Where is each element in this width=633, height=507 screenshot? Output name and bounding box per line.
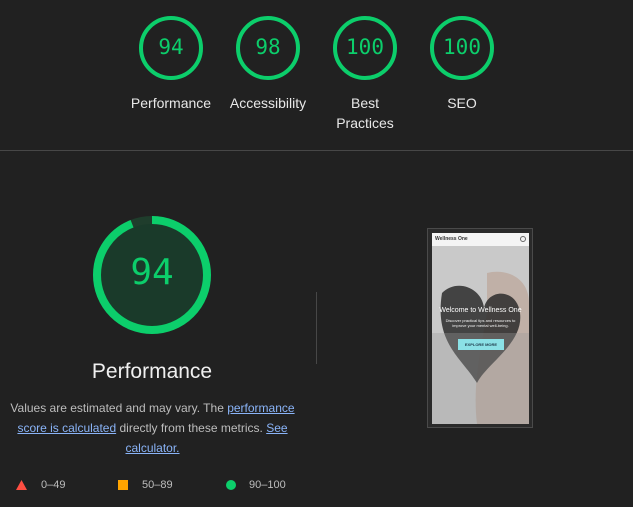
gauge-score: 100 <box>443 35 481 59</box>
legend-label: 0–49 <box>41 479 66 491</box>
gauge-score: 94 <box>158 35 184 59</box>
gauge-score: 98 <box>255 35 281 59</box>
square-icon <box>118 480 128 490</box>
hand-heart-illustration <box>432 233 529 424</box>
site-header: Wellness One <box>432 233 529 246</box>
section-divider <box>0 150 633 151</box>
description-text: directly from these metrics. <box>116 421 267 435</box>
description-text: Values are estimated and may vary. The <box>10 401 228 415</box>
gauge-seo[interactable]: 100 SEO <box>412 15 512 113</box>
circle-icon <box>226 480 236 490</box>
gauge-best-practices[interactable]: 100 Best Practices <box>315 15 415 133</box>
final-screenshot[interactable]: Wellness One Welcome to Wellness One Dis… <box>427 228 533 428</box>
vertical-divider <box>316 292 317 364</box>
performance-title: Performance <box>91 360 213 383</box>
lighthouse-report: 94 Performance 98 Accessibility 100 Best… <box>0 0 633 507</box>
gauge-label: Performance <box>130 95 212 111</box>
hero-heading: Welcome to Wellness One <box>439 307 522 314</box>
performance-score: 94 <box>130 252 174 293</box>
screenshot-image: Wellness One Welcome to Wellness One Dis… <box>432 233 529 424</box>
gauge-label: Accessibility <box>229 95 307 111</box>
triangle-icon <box>16 480 27 490</box>
gauge-accessibility[interactable]: 98 Accessibility <box>218 15 318 113</box>
performance-description: Values are estimated and may vary. The p… <box>5 398 300 458</box>
gauge-performance[interactable]: 94 Performance <box>121 15 221 113</box>
site-brand: Wellness One <box>435 236 468 242</box>
gauge-label: Best Practices <box>336 95 394 131</box>
score-legend: 0–49 50–89 90–100 <box>0 477 320 493</box>
gauge-label: SEO <box>447 95 477 111</box>
summary-gauges: 94 Performance 98 Accessibility 100 Best… <box>0 0 633 150</box>
menu-icon <box>520 236 526 242</box>
explore-button: EXPLORE MORE <box>458 339 504 350</box>
gauge-score: 100 <box>346 35 384 59</box>
legend-label: 50–89 <box>142 479 173 491</box>
legend-label: 90–100 <box>249 479 286 491</box>
hero-subtext: Discover practical tips and resources to… <box>445 318 516 328</box>
